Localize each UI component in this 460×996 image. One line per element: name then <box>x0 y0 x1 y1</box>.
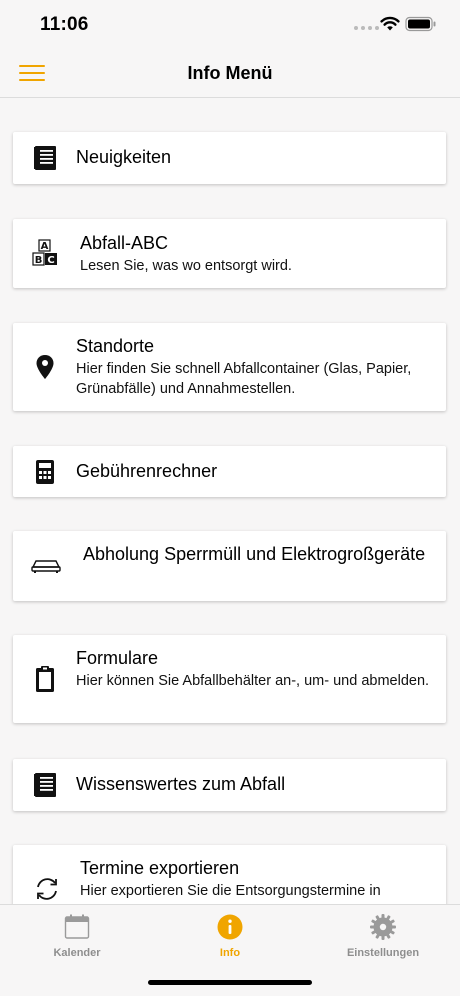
menu-item-abholung-sperrmuell[interactable]: Abholung Sperrmüll und Elektrogroßgeräte <box>13 531 446 601</box>
menu-item-title: Abfall-ABC <box>80 233 169 253</box>
wifi-icon <box>380 16 400 31</box>
info-icon <box>170 913 290 941</box>
menu-item-abfall-abc[interactable]: A B C Abfall-ABC Lesen Sie, was wo entso… <box>13 219 446 288</box>
menu-item-wissenswertes[interactable]: Wissenswertes zum Abfall <box>13 759 446 811</box>
nav-bar: Info Menü <box>0 50 460 98</box>
tab-label: Info <box>219 947 241 959</box>
battery-icon <box>405 16 436 32</box>
menu-item-title: Neuigkeiten <box>76 147 172 167</box>
menu-item-standorte[interactable]: Standorte Hier finden Sie schnell Abfall… <box>13 323 446 411</box>
svg-text:C: C <box>47 255 54 266</box>
info-menu-list: Neuigkeiten A B C Abfall-ABC Lesen Sie, … <box>0 99 460 904</box>
tab-einstellungen[interactable]: Einstellungen <box>323 913 443 959</box>
location-pin-icon <box>31 353 59 381</box>
clipboard-icon <box>31 665 59 693</box>
calendar-icon <box>17 913 137 941</box>
menu-item-gebuehrenrechner[interactable]: Gebührenrechner <box>13 446 446 497</box>
tab-kalender[interactable]: Kalender <box>17 913 137 959</box>
menu-item-subtitle: Hier exportieren Sie die Entsorgungsterm… <box>80 883 381 899</box>
gear-icon <box>323 913 443 941</box>
menu-item-termine-exportieren[interactable]: Termine exportieren Hier exportieren Sie… <box>13 845 446 904</box>
sync-icon <box>33 875 61 903</box>
calculator-icon <box>31 458 59 486</box>
book-icon <box>31 771 59 799</box>
menu-item-title: Formulare <box>76 648 159 668</box>
signal-dots-icon <box>354 26 379 30</box>
svg-text:A: A <box>41 241 49 252</box>
svg-text:B: B <box>35 255 43 266</box>
sofa-icon <box>29 552 63 580</box>
menu-item-subtitle: Hier können Sie Abfallbehälter an-, um- … <box>76 673 430 689</box>
abc-blocks-icon: A B C <box>31 239 59 267</box>
menu-item-title: Wissenswertes zum Abfall <box>76 774 286 794</box>
status-bar: 11:06 <box>0 0 460 50</box>
page-title: Info Menü <box>187 63 273 83</box>
menu-item-title: Standorte <box>76 336 155 356</box>
menu-item-subtitle: Lesen Sie, was wo entsorgt wird. <box>80 258 292 274</box>
tab-label: Kalender <box>53 947 101 959</box>
menu-item-title: Abholung Sperrmüll und Elektrogroßgeräte <box>83 544 426 564</box>
home-indicator[interactable] <box>148 980 312 985</box>
menu-item-title: Gebührenrechner <box>76 461 218 481</box>
news-book-icon <box>31 144 59 172</box>
menu-item-title: Termine exportieren <box>80 858 240 878</box>
tab-label: Einstellungen <box>346 947 420 959</box>
menu-item-neuigkeiten[interactable]: Neuigkeiten <box>13 132 446 184</box>
status-time: 11:06 <box>40 14 89 35</box>
menu-item-formulare[interactable]: Formulare Hier können Sie Abfallbehälter… <box>13 635 446 723</box>
tab-info[interactable]: Info <box>170 913 290 959</box>
menu-item-subtitle: Hier finden Sie schnell Abfallcontainer … <box>76 361 412 397</box>
